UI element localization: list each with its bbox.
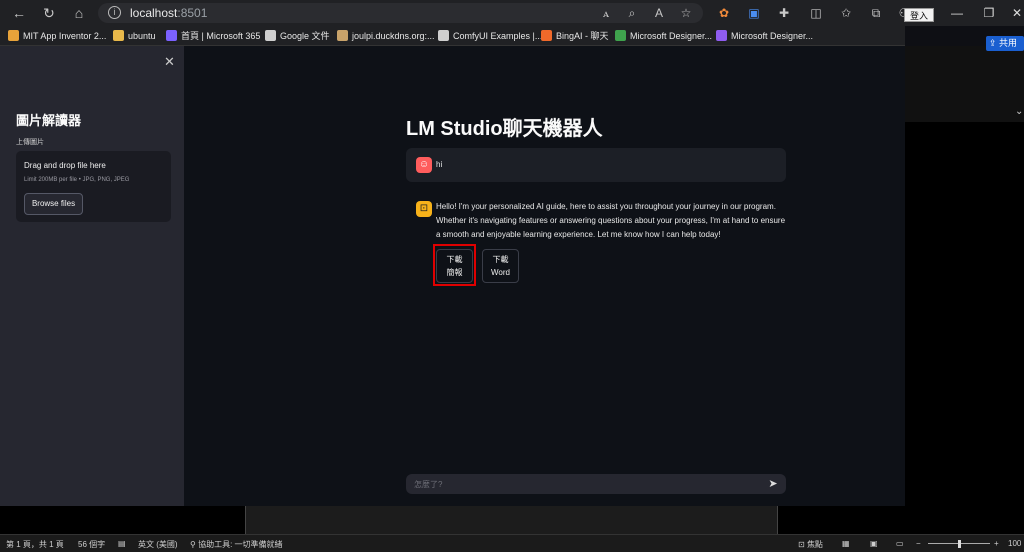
back-icon[interactable]: ← xyxy=(10,4,28,22)
document-icon xyxy=(265,30,276,41)
chat-input-box: ➤ xyxy=(406,474,786,494)
bookmark-item[interactable]: Microsoft Designer... xyxy=(615,29,712,43)
document-page xyxy=(245,506,778,534)
background-document xyxy=(0,506,1024,534)
browser-toolbar: ← ↻ ⌂ i localhost:8501 ꭺ ⌕ A ☆ ✿ ▣ ✚ ◫ ✩… xyxy=(0,0,1024,26)
page-count: 第 1 頁，共 1 頁 xyxy=(6,540,64,549)
extension-icon[interactable]: ✿ xyxy=(716,5,732,21)
bookmarks-bar: MIT App Inventor 2... ubuntu 首頁 | Micros… xyxy=(0,26,905,46)
zoom-icon[interactable]: ⌕ xyxy=(624,5,640,21)
download-brief-label: 簡報 xyxy=(446,268,463,277)
close-window-icon[interactable]: ✕ xyxy=(1010,6,1024,20)
bookmark-item[interactable]: Google 文件 xyxy=(265,29,330,43)
download-word-label: Word xyxy=(491,268,510,277)
document-icon xyxy=(438,30,449,41)
refresh-icon[interactable]: ↻ xyxy=(40,4,58,22)
download-brief-button[interactable]: 下載 簡報 xyxy=(436,249,473,283)
language-status[interactable]: 英文 (美國) xyxy=(138,539,178,550)
background-window-header xyxy=(905,46,1024,122)
bookmark-item[interactable]: 首頁 | Microsoft 365 xyxy=(166,29,260,43)
bookmark-icon xyxy=(337,30,348,41)
restore-icon[interactable]: ❐ xyxy=(982,6,996,20)
site-info-icon[interactable]: i xyxy=(108,6,121,19)
send-icon[interactable]: ➤ xyxy=(766,477,780,491)
status-bar: 第 1 頁，共 1 頁 56 個字 ▤ 英文 (美國) ⚲ 協助工具: 一切準備… xyxy=(0,534,1024,552)
favorites-icon[interactable]: ✩ xyxy=(838,5,854,21)
bookmark-item[interactable]: joulpi.duckdns.org:... xyxy=(337,29,435,43)
assistant-message-text: Hello! I'm your personalized AI guide, h… xyxy=(436,202,786,239)
bing-icon xyxy=(541,30,552,41)
download-brief-label: 下載 xyxy=(446,255,463,264)
page-title: LM Studio聊天機器人 xyxy=(406,118,603,140)
favorite-star-icon[interactable]: ☆ xyxy=(678,5,694,21)
close-sidebar-icon[interactable]: ✕ xyxy=(164,54,175,70)
user-message-text: hi xyxy=(436,160,443,169)
focus-icon: ⊡ xyxy=(798,540,805,549)
chat-message-user: ☺ hi xyxy=(406,148,786,182)
zoom-in-icon[interactable]: + xyxy=(994,539,999,548)
proofing-icon[interactable]: ▤ xyxy=(118,539,126,548)
bookmark-icon xyxy=(166,30,177,41)
download-word-label: 下載 xyxy=(492,255,509,264)
chat-input[interactable] xyxy=(406,474,761,494)
bookmark-item[interactable]: ubuntu xyxy=(113,29,156,43)
zoom-out-icon[interactable]: − xyxy=(916,539,921,548)
bot-avatar-icon: ⊡ xyxy=(416,201,432,217)
split-screen-icon[interactable]: ◫ xyxy=(808,5,824,21)
zoom-level[interactable]: 100 xyxy=(1008,539,1021,548)
chevron-down-icon[interactable]: ⌄ xyxy=(1015,106,1023,117)
read-aloud-icon[interactable]: ꭺ xyxy=(598,5,614,21)
home-icon[interactable]: ⌂ xyxy=(70,4,88,22)
minimize-icon[interactable]: — xyxy=(950,6,964,20)
bookmark-icon xyxy=(8,30,19,41)
background-window: ⌄ xyxy=(905,46,1024,506)
upload-label: 上傳圖片 xyxy=(16,139,44,146)
browse-files-button[interactable]: Browse files xyxy=(24,193,83,215)
bookmark-item[interactable]: ComfyUI Examples |... xyxy=(438,29,542,43)
address-bar[interactable]: i localhost:8501 ꭺ ⌕ A ☆ xyxy=(98,3,703,23)
bookmark-item[interactable]: MIT App Inventor 2... xyxy=(8,29,106,43)
web-layout-icon[interactable]: ▭ xyxy=(896,539,904,548)
user-avatar-icon: ☺ xyxy=(416,157,432,173)
focus-mode[interactable]: ⊡ 焦點 xyxy=(798,539,823,550)
accessibility-icon: ⚲ xyxy=(190,540,196,549)
collections-icon[interactable]: ⧉ xyxy=(868,5,884,21)
main-content: LM Studio聊天機器人 ☺ hi ⊡ Hello! I'm your pe… xyxy=(184,46,905,506)
extensions-puzzle-icon[interactable]: ✚ xyxy=(776,5,792,21)
immersive-reader-icon[interactable]: A xyxy=(651,5,667,21)
accessibility-status[interactable]: ⚲ 協助工具: 一切準備就緒 xyxy=(190,539,283,550)
sidebar: ✕ 圖片解讀器 上傳圖片 Drag and drop file here Lim… xyxy=(0,46,184,506)
word-count[interactable]: 56 個字 xyxy=(78,539,105,550)
login-badge[interactable]: 登入 xyxy=(904,8,934,22)
sidebar-title: 圖片解讀器 xyxy=(16,113,82,128)
microsoft-icon xyxy=(615,30,626,41)
designer-icon xyxy=(716,30,727,41)
url-text[interactable]: localhost:8501 xyxy=(130,6,207,20)
print-layout-icon[interactable]: ▣ xyxy=(870,539,878,548)
file-dropzone[interactable]: Drag and drop file here Limit 200MB per … xyxy=(16,151,171,222)
dropzone-limit: Limit 200MB per file • JPG, PNG, JPEG xyxy=(24,177,130,183)
bookmark-item[interactable]: BingAI - 聊天 xyxy=(541,29,609,43)
translate-icon[interactable]: ▣ xyxy=(746,5,762,21)
read-mode-icon[interactable]: ▦ xyxy=(842,539,850,548)
zoom-slider-thumb[interactable] xyxy=(958,540,961,548)
dropzone-title: Drag and drop file here xyxy=(24,161,106,170)
folder-icon xyxy=(113,30,124,41)
download-word-button[interactable]: 下載 Word xyxy=(482,249,519,283)
bookmark-item[interactable]: Microsoft Designer... xyxy=(716,29,813,43)
share-button[interactable]: ⇪ 共用 xyxy=(986,36,1024,51)
